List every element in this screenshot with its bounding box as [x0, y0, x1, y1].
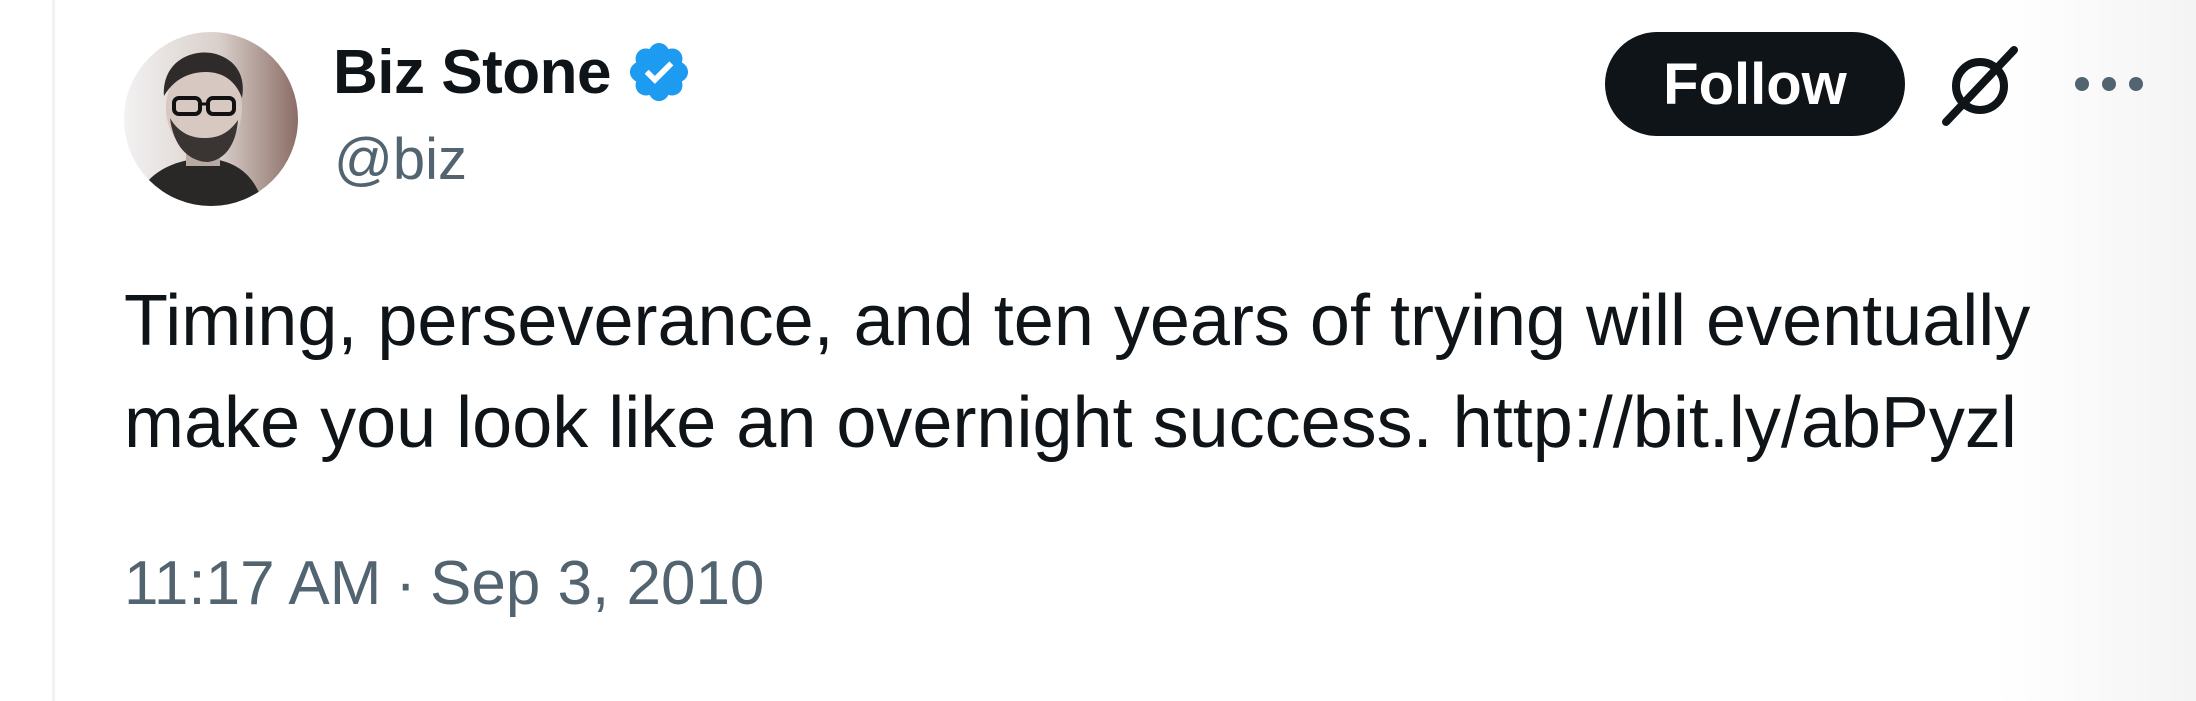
- tweet-card: Biz Stone @biz Follow Timing, perseveran…: [55, 0, 2196, 701]
- tweet-text: Timing, perseverance, and ten years of t…: [124, 270, 2174, 474]
- author-name-row: Biz Stone: [333, 36, 693, 108]
- follow-button[interactable]: Follow: [1605, 32, 1905, 136]
- tweet-link[interactable]: http://bit.ly/abPyzl: [1453, 383, 2017, 463]
- more-options-icon[interactable]: [2062, 58, 2156, 110]
- avatar[interactable]: [124, 32, 298, 206]
- tweet-time: 11:17 AM: [124, 549, 382, 618]
- author-display-name[interactable]: Biz Stone: [333, 37, 611, 108]
- tweet-date: Sep 3, 2010: [430, 549, 765, 618]
- verified-badge-icon[interactable]: [625, 38, 693, 106]
- author-handle[interactable]: @biz: [334, 126, 467, 193]
- timestamp-separator: ·: [395, 549, 417, 618]
- grok-icon[interactable]: [1938, 42, 2022, 126]
- tweet-timestamp[interactable]: 11:17 AM · Sep 3, 2010: [124, 548, 764, 619]
